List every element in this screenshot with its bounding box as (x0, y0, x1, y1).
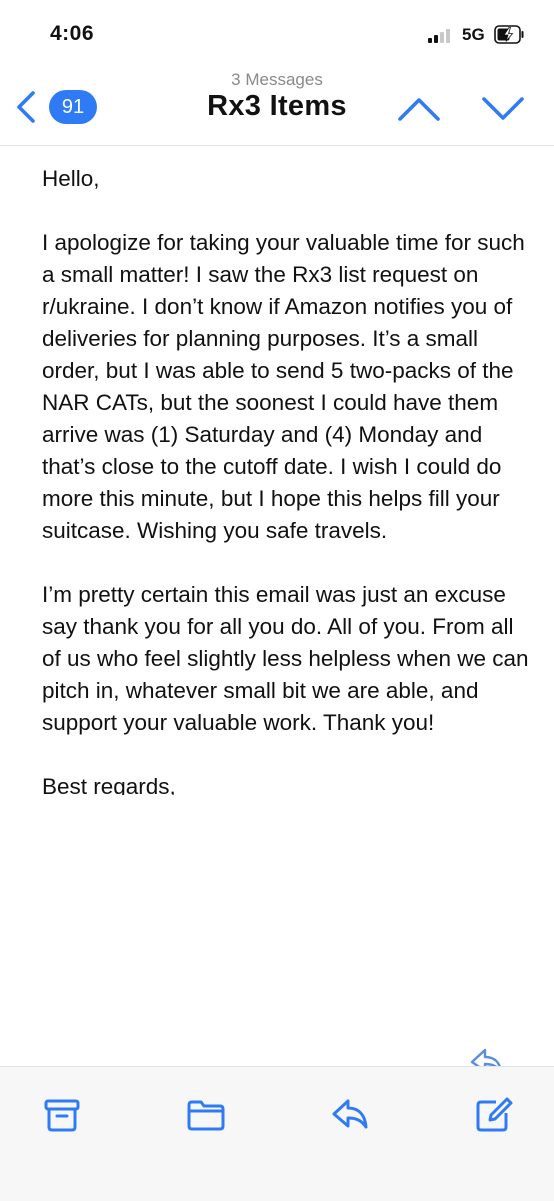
email-subject: Rx3 Items (207, 90, 347, 122)
bottom-toolbar (0, 1066, 554, 1201)
email-body: Hello, I apologize for taking your valua… (42, 163, 532, 795)
compose-icon[interactable] (474, 1097, 514, 1133)
archive-icon[interactable] (42, 1097, 82, 1133)
reply-icon[interactable] (330, 1097, 370, 1133)
email-paragraph-2: I’m pretty certain this email was just a… (42, 582, 529, 735)
network-label: 5G (462, 25, 485, 44)
battery-charging-icon (494, 25, 524, 44)
status-time: 4:06 (50, 22, 95, 45)
previous-message-icon[interactable] (397, 96, 441, 122)
next-message-icon[interactable] (481, 96, 525, 122)
message-count: 3 Messages (231, 70, 323, 89)
email-closing: Best regards, (42, 774, 176, 795)
message-nav-bar: 91 3 Messages Rx3 Items (0, 60, 554, 146)
signal-icon (428, 29, 456, 43)
email-greeting: Hello, (42, 166, 100, 191)
reply-fab-icon[interactable] (466, 1044, 506, 1066)
email-paragraph-1: I apologize for taking your valuable tim… (42, 230, 525, 543)
folder-icon[interactable] (186, 1097, 226, 1133)
